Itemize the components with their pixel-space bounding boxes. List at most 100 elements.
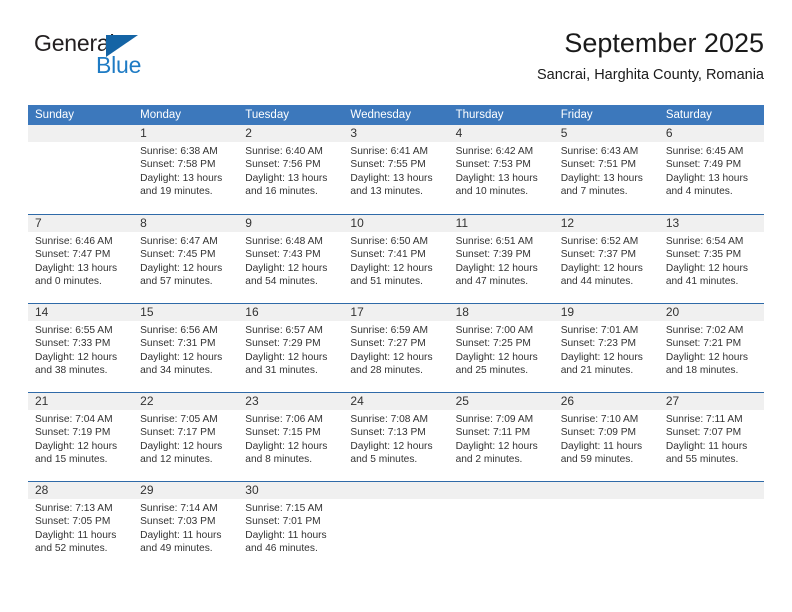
general-blue-logo[interactable]: General Blue [34,30,214,88]
weekday-header-thursday: Thursday [455,109,504,121]
sunrise-text: Sunrise: 6:41 AM [350,146,429,157]
day-details: Sunrise: 7:08 AM Sunset: 7:13 PM Daylight:… [343,410,448,467]
daylight-text-line1: Daylight: 12 hours [35,351,118,363]
day-cell[interactable]: 18 Sunrise: 7:00 AM Sunset: 7:25 PM Dayligh… [448,304,554,392]
sunset-text: Sunset: 7:23 PM [560,338,637,350]
page-title: September 2025 [564,28,764,58]
sunset-text: Sunset: 7:43 PM [245,249,321,261]
day-cell[interactable]: 12 Sunrise: 6:52 AM Sunset: 7:37 PM Dayligh… [553,215,659,303]
day-details: Sunrise: 6:50 AM Sunset: 7:41 PM Daylight:… [343,232,448,289]
day-cell[interactable]: 9 Sunrise: 6:48 AM Sunset: 7:43 PM Daylight… [238,215,344,303]
day-number: 5 [553,125,659,142]
daylight-text-line1: Daylight: 12 hours [140,351,223,363]
day-details: Sunrise: 6:54 AM Sunset: 7:35 PM Daylight:… [659,232,764,289]
day-cell[interactable]: 23 Sunrise: 7:06 AM Sunset: 7:15 PM Dayligh… [238,393,344,481]
day-number: 21 [28,393,134,410]
day-cell[interactable]: 25 Sunrise: 7:09 AM Sunset: 7:11 PM Dayligh… [448,393,554,481]
sunrise-text: Sunrise: 7:10 AM [560,414,639,425]
sunset-text: Sunset: 7:25 PM [455,338,531,350]
calendar-week-row: 7 Sunrise: 6:46 AM Sunset: 7:47 PM Daylight… [28,214,764,303]
day-cell[interactable]: 2 Sunrise: 6:40 AM Sunset: 7:56 PM Daylight… [238,125,344,214]
day-cell[interactable]: 1 Sunrise: 6:38 AM Sunset: 7:58 PM Daylight… [133,125,239,214]
sunrise-text: Sunrise: 7:08 AM [350,414,429,425]
daylight-text-line1: Daylight: 12 hours [245,351,328,363]
sunset-text: Sunset: 7:01 PM [245,516,321,528]
day-number: 13 [658,215,764,232]
daylight-text-line2: and 2 minutes. [455,454,523,466]
day-cell[interactable]: 7 Sunrise: 6:46 AM Sunset: 7:47 PM Daylight… [28,215,134,303]
weekday-header-wednesday: Wednesday [350,109,411,121]
daylight-text-line1: Daylight: 12 hours [665,262,748,274]
weekday-header-monday: Monday [140,109,182,121]
day-number: 30 [238,482,344,499]
day-cell[interactable]: 3 Sunrise: 6:41 AM Sunset: 7:55 PM Daylight… [343,125,449,214]
daylight-text-line1: Daylight: 12 hours [140,262,223,274]
daylight-text-line1: Daylight: 12 hours [560,262,643,274]
day-details: Sunrise: 7:15 AM Sunset: 7:01 PM Daylight:… [238,499,343,556]
day-number: 22 [133,393,239,410]
sunset-text: Sunset: 7:45 PM [140,249,216,261]
day-cell[interactable]: 15 Sunrise: 6:56 AM Sunset: 7:31 PM Dayligh… [133,304,239,392]
day-number: 24 [343,393,449,410]
daylight-text-line1: Daylight: 12 hours [665,351,748,363]
day-cell[interactable]: 24 Sunrise: 7:08 AM Sunset: 7:13 PM Dayligh… [343,393,449,481]
day-cell[interactable]: 17 Sunrise: 6:59 AM Sunset: 7:27 PM Dayligh… [343,304,449,392]
logo-text-blue: Blue [96,52,142,78]
day-number: 28 [28,482,134,499]
day-number: 15 [133,304,239,321]
sunrise-text: Sunrise: 7:14 AM [140,503,218,514]
day-cell[interactable]: 4 Sunrise: 6:42 AM Sunset: 7:53 PM Daylight… [448,125,554,214]
calendar-week-row: 21 Sunrise: 7:04 AM Sunset: 7:19 PM Dayligh… [28,392,764,481]
day-number: 2 [238,125,344,142]
sunset-text: Sunset: 7:19 PM [35,427,111,439]
day-details: Sunrise: 7:01 AM Sunset: 7:23 PM Daylight:… [554,321,659,378]
day-number: 23 [238,393,344,410]
daylight-text-line2: and 10 minutes. [455,186,529,198]
day-cell[interactable]: 19 Sunrise: 7:01 AM Sunset: 7:23 PM Dayligh… [553,304,659,392]
sunset-text: Sunset: 7:37 PM [560,249,637,261]
daylight-text-line2: and 54 minutes. [245,276,318,288]
day-cell[interactable]: 11 Sunrise: 6:51 AM Sunset: 7:39 PM Dayligh… [448,215,554,303]
day-cell[interactable]: 14 Sunrise: 6:55 AM Sunset: 7:33 PM Dayligh… [28,304,134,392]
day-details: Sunrise: 7:00 AM Sunset: 7:25 PM Daylight:… [449,321,554,378]
sunrise-text: Sunrise: 7:04 AM [35,414,113,425]
calendar-page: General Blue September 2025 Sancrai, Har… [0,0,792,612]
day-cell[interactable]: 6 Sunrise: 6:45 AM Sunset: 7:49 PM Daylight… [658,125,764,214]
daylight-text-line1: Daylight: 12 hours [455,440,538,452]
weekday-header-row: Sunday Monday Tuesday Wednesday Thursday Frid… [28,105,764,125]
daylight-text-line1: Daylight: 11 hours [140,529,222,541]
day-cell-empty [28,125,134,214]
daylight-text-line2: and 13 minutes. [350,186,423,198]
weekday-header-tuesday: Tuesday [245,109,289,121]
day-details: Sunrise: 6:48 AM Sunset: 7:43 PM Daylight:… [238,232,343,289]
sunset-text: Sunset: 7:39 PM [455,249,531,261]
day-cell[interactable]: 26 Sunrise: 7:10 AM Sunset: 7:09 PM Dayligh… [553,393,659,481]
day-cell[interactable]: 28 Sunrise: 7:13 AM Sunset: 7:05 PM Dayligh… [28,482,134,570]
calendar-week-row: 14 Sunrise: 6:55 AM Sunset: 7:33 PM Dayligh… [28,303,764,392]
sunset-text: Sunset: 7:31 PM [140,338,216,350]
day-cell[interactable]: 16 Sunrise: 6:57 AM Sunset: 7:29 PM Dayligh… [238,304,344,392]
sunrise-text: Sunrise: 6:50 AM [350,236,429,247]
daylight-text-line1: Daylight: 12 hours [560,351,643,363]
sunset-text: Sunset: 7:27 PM [350,338,426,350]
calendar-week-row: 28 Sunrise: 7:13 AM Sunset: 7:05 PM Dayligh… [28,481,764,570]
daylight-text-line1: Daylight: 11 hours [35,529,117,541]
sunrise-text: Sunrise: 6:55 AM [35,325,113,336]
sunset-text: Sunset: 7:13 PM [350,427,426,439]
day-cell[interactable]: 30 Sunrise: 7:15 AM Sunset: 7:01 PM Dayligh… [238,482,344,570]
day-cell[interactable]: 29 Sunrise: 7:14 AM Sunset: 7:03 PM Dayligh… [133,482,239,570]
day-number: 3 [343,125,449,142]
day-cell[interactable]: 27 Sunrise: 7:11 AM Sunset: 7:07 PM Dayligh… [658,393,764,481]
day-cell[interactable]: 21 Sunrise: 7:04 AM Sunset: 7:19 PM Dayligh… [28,393,134,481]
day-cell[interactable]: 8 Sunrise: 6:47 AM Sunset: 7:45 PM Daylight… [133,215,239,303]
daylight-text-line1: Daylight: 12 hours [455,351,538,363]
day-cell[interactable]: 20 Sunrise: 7:02 AM Sunset: 7:21 PM Dayligh… [658,304,764,392]
daylight-text-line2: and 5 minutes. [350,454,418,466]
day-number: 9 [238,215,344,232]
day-cell[interactable]: 22 Sunrise: 7:05 AM Sunset: 7:17 PM Dayligh… [133,393,239,481]
day-cell[interactable]: 13 Sunrise: 6:54 AM Sunset: 7:35 PM Dayligh… [658,215,764,303]
weekday-header-saturday: Saturday [665,109,712,121]
sunrise-text: Sunrise: 6:54 AM [665,236,744,247]
day-cell[interactable]: 5 Sunrise: 6:43 AM Sunset: 7:51 PM Daylight… [553,125,659,214]
day-cell[interactable]: 10 Sunrise: 6:50 AM Sunset: 7:41 PM Dayligh… [343,215,449,303]
